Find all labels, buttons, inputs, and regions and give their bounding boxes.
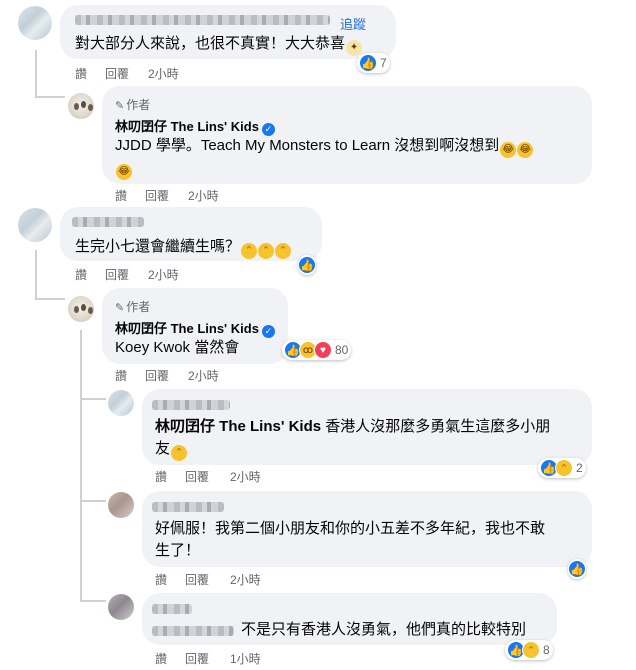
grin-emoji-icon: ᵔ (241, 243, 258, 259)
love-reaction-icon: ♥ (314, 341, 332, 359)
commenter-avatar[interactable] (108, 492, 134, 518)
comment-text: 對大部分人來說，也很不真實！大大恭喜 ✦ (75, 33, 363, 56)
reply-action[interactable]: 回覆 (185, 468, 209, 485)
thread-line (35, 250, 37, 300)
timestamp[interactable]: 2小時 (148, 266, 179, 283)
commenter-name-redacted[interactable] (152, 400, 230, 410)
commenter-name-redacted[interactable] (75, 15, 330, 25)
commenter-name-redacted[interactable] (152, 604, 192, 614)
haha-reaction-icon: ᵔ (555, 459, 573, 477)
comment-text: 好佩服！我第二個小朋友和你的小五差不多年紀，我也不敢 (155, 520, 546, 537)
commenter-avatar[interactable] (18, 6, 52, 40)
commenter-name-redacted[interactable] (152, 502, 224, 512)
thread-line (35, 96, 65, 98)
reaction-summary[interactable]: 👍 (298, 255, 316, 275)
like-action[interactable]: 讚 (155, 468, 167, 485)
comment-text: 不是只有香港人沒勇氣，他們真的比較特別 (241, 621, 527, 638)
reply-action[interactable]: 回覆 (105, 266, 129, 283)
like-action[interactable]: 讚 (115, 367, 127, 384)
commenter-name[interactable]: 林叨囝仔 The Lins' Kids ✓ (115, 318, 275, 338)
comment-text: JJDD 學學。Teach My Monsters to Learn 沒想到啊沒… (115, 135, 534, 158)
commenter-avatar[interactable] (18, 208, 52, 242)
haha-reaction-icon: ᵔ (522, 641, 540, 659)
author-badge: ✎ 作者 (115, 98, 151, 112)
comment-text: 林叨囝仔 The Lins' Kids 香港人沒那麼多勇氣生這麼多小朋 (155, 418, 551, 435)
commenter-avatar[interactable] (108, 390, 134, 416)
comment-text-wrap: 友ᵔ (155, 438, 188, 461)
thread-line (80, 330, 82, 602)
thread-line (35, 298, 65, 300)
timestamp[interactable]: 2小時 (188, 367, 219, 384)
reply-action[interactable]: 回覆 (105, 65, 129, 82)
reaction-summary[interactable]: 👍 ꝏ ♥ 80 (282, 340, 352, 360)
mention-link[interactable]: 林叨囝仔 The Lins' Kids (155, 418, 321, 435)
rofl-emoji-icon: 😂 (500, 142, 517, 158)
like-reaction-icon: 👍 (568, 560, 586, 578)
like-action[interactable]: 讚 (115, 187, 127, 204)
thread-line (80, 500, 106, 502)
comment-text: Koey Kwok 當然會 (115, 339, 240, 356)
comment-text-wrap: 生了！ (155, 542, 201, 559)
like-action[interactable]: 讚 (75, 65, 87, 82)
reply-action[interactable]: 回覆 (145, 367, 169, 384)
reply-action[interactable]: 回覆 (145, 187, 169, 204)
like-action[interactable]: 讚 (155, 571, 167, 588)
reaction-summary[interactable]: 👍 (568, 559, 586, 579)
timestamp[interactable]: 2小時 (148, 65, 179, 82)
like-reaction-icon: 👍 (359, 54, 377, 72)
reaction-summary[interactable]: 👍 ᵔ 2 (538, 458, 586, 478)
author-avatar[interactable] (68, 93, 94, 119)
reply-action[interactable]: 回覆 (185, 571, 209, 588)
reaction-summary[interactable]: 👍 ᵔ 8 (505, 640, 553, 660)
grin-emoji-icon: ᵔ (275, 243, 292, 259)
commenter-name[interactable]: 林叨囝仔 The Lins' Kids ✓ (115, 116, 275, 136)
thread-line (80, 600, 106, 602)
grin-emoji-icon: ᵔ (171, 445, 188, 461)
confetti-icon: ✦ (346, 40, 363, 56)
commenter-name-redacted[interactable] (72, 217, 144, 227)
commenter-name-redacted[interactable] (152, 626, 234, 636)
commenter-avatar[interactable] (108, 594, 134, 620)
timestamp[interactable]: 2小時 (188, 187, 219, 204)
rofl-emoji-icon: 😂 (517, 142, 534, 158)
author-badge: ✎ 作者 (115, 300, 151, 314)
like-action[interactable]: 讚 (155, 650, 167, 667)
reaction-summary[interactable]: 👍 7 (357, 53, 390, 73)
follow-link[interactable]: 追蹤 (340, 14, 366, 33)
timestamp[interactable]: 1小時 (230, 650, 261, 667)
timestamp[interactable]: 2小時 (230, 571, 261, 588)
pencil-icon: ✎ (115, 302, 125, 314)
like-reaction-icon: 👍 (298, 256, 316, 274)
comment-text-wrap: 😂 (115, 157, 132, 180)
verified-icon: ✓ (261, 325, 275, 338)
timestamp[interactable]: 2小時 (230, 468, 261, 485)
grin-emoji-icon: ᵔ (258, 243, 275, 259)
thread-line (35, 50, 37, 98)
rofl-emoji-icon: 😂 (116, 164, 132, 180)
pencil-icon: ✎ (115, 100, 125, 112)
like-action[interactable]: 讚 (75, 266, 87, 283)
reply-action[interactable]: 回覆 (185, 650, 209, 667)
comment-text: 生完小七還會繼續生嗎？ ᵔ ᵔ ᵔ (75, 236, 292, 259)
thread-line (80, 398, 106, 400)
author-avatar[interactable] (68, 296, 94, 322)
